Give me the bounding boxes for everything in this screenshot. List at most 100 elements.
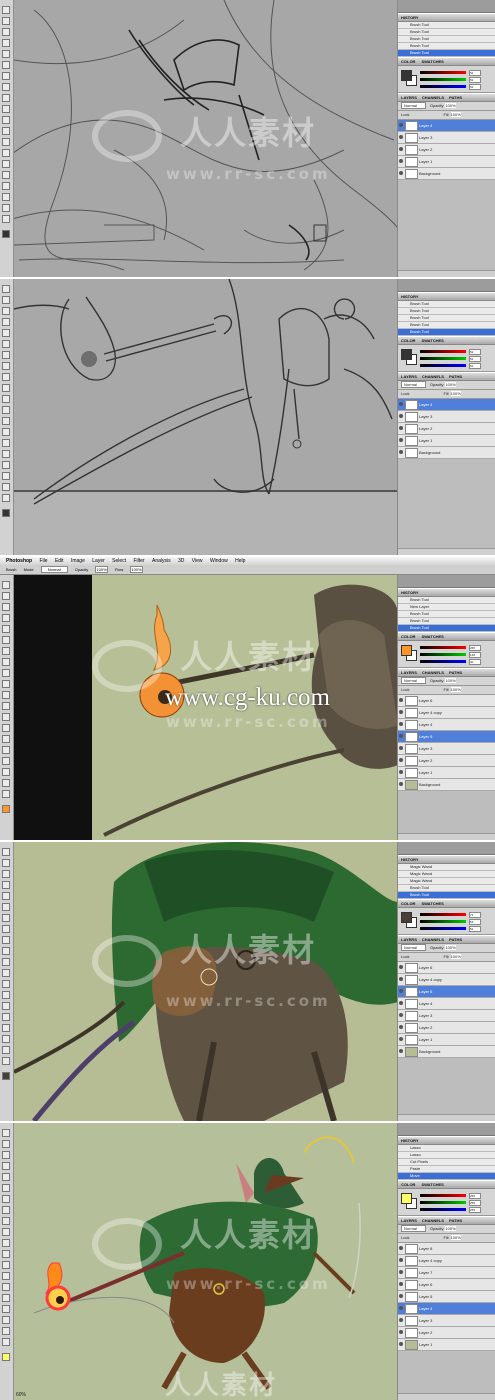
color-picker[interactable]: 255 148 40 (398, 641, 495, 668)
color-slider-r[interactable] (420, 913, 466, 916)
type-tool-icon[interactable] (2, 450, 10, 458)
path-select-icon[interactable] (2, 1305, 10, 1313)
layer-row[interactable]: Layer 3 (398, 1010, 495, 1022)
color-tab[interactable]: COLOR (401, 901, 415, 906)
visibility-eye-icon[interactable] (399, 426, 403, 430)
history-item[interactable]: Brush Tool (398, 625, 495, 632)
lasso-tool-icon[interactable] (2, 870, 10, 878)
visibility-eye-icon[interactable] (399, 1246, 403, 1250)
visibility-eye-icon[interactable] (399, 965, 403, 969)
layer-row[interactable]: Layer 3 (398, 411, 495, 423)
eraser-tool-icon[interactable] (2, 116, 10, 124)
hand-tool-icon[interactable] (2, 1046, 10, 1054)
layer-name[interactable]: Layer 4 copy (419, 974, 442, 985)
color-value-g[interactable]: 52 (469, 356, 481, 362)
layer-name[interactable]: Layer 4 (419, 719, 432, 730)
blend-mode-value[interactable]: Normal (401, 102, 426, 109)
crop-tool-icon[interactable] (2, 50, 10, 58)
dodge-tool-icon[interactable] (2, 724, 10, 732)
color-panel-header[interactable]: COLOR SWATCHES (398, 899, 495, 908)
color-slider-b[interactable] (420, 1208, 466, 1211)
layers-panel-header[interactable]: LAYERS CHANNELS PATHS (398, 93, 495, 102)
layer-row[interactable]: Layer 4 (398, 998, 495, 1010)
visibility-eye-icon[interactable] (399, 710, 403, 714)
menu-edit[interactable]: Edit (55, 558, 64, 564)
foreground-swatch[interactable] (2, 805, 10, 813)
type-tool-icon[interactable] (2, 1294, 10, 1302)
hand-tool-icon[interactable] (2, 1327, 10, 1335)
heal-tool-icon[interactable] (2, 647, 10, 655)
color-slider-g[interactable] (420, 653, 466, 656)
visibility-eye-icon[interactable] (399, 402, 403, 406)
pen-tool-icon[interactable] (2, 160, 10, 168)
canvas-final-rat[interactable] (14, 1123, 398, 1400)
menu-layer[interactable]: Layer (92, 558, 105, 564)
zoom-tool-icon[interactable] (2, 215, 10, 223)
dodge-tool-icon[interactable] (2, 428, 10, 436)
app-menu[interactable]: Photoshop (6, 558, 32, 564)
visibility-eye-icon[interactable] (399, 746, 403, 750)
visibility-eye-icon[interactable] (399, 734, 403, 738)
move-tool-icon[interactable] (2, 848, 10, 856)
layer-name[interactable]: Layer 7 (419, 1267, 432, 1278)
layer-row[interactable]: Layer 3 (398, 132, 495, 144)
opacity-value[interactable]: 100% (445, 945, 456, 950)
layer-row[interactable]: Layer 3 (398, 743, 495, 755)
flow-field[interactable]: 100% (130, 566, 143, 573)
layer-row[interactable]: Layer 6 (398, 962, 495, 974)
shape-tool-icon[interactable] (2, 193, 10, 201)
layer-blend-mode[interactable]: Normal Opacity 100% (398, 102, 495, 111)
wand-tool-icon[interactable] (2, 39, 10, 47)
color-value-b[interactable]: 52 (469, 84, 481, 90)
layer-row[interactable]: Layer 6 (398, 695, 495, 707)
tools-panel[interactable] (0, 1123, 14, 1400)
stamp-tool-icon[interactable] (2, 936, 10, 944)
visibility-eye-icon[interactable] (399, 770, 403, 774)
layer-row[interactable]: Layer 6 (398, 1279, 495, 1291)
blur-tool-icon[interactable] (2, 980, 10, 988)
shape-tool-icon[interactable] (2, 768, 10, 776)
history-item[interactable]: Lasso (398, 1145, 495, 1152)
history-item[interactable]: Brush Tool (398, 36, 495, 43)
color-value-g[interactable]: 148 (469, 652, 481, 658)
history-brush-icon[interactable] (2, 680, 10, 688)
layer-name[interactable]: Layer 4 (419, 1303, 432, 1314)
tools-panel[interactable] (0, 575, 14, 840)
crop-tool-icon[interactable] (2, 625, 10, 633)
wand-tool-icon[interactable] (2, 318, 10, 326)
history-item[interactable]: Brush Tool (398, 29, 495, 36)
foreground-swatch[interactable] (2, 230, 10, 238)
panel-icon-strip[interactable] (398, 279, 495, 292)
panels-dock[interactable]: HISTORY Brush Tool Brush Tool Brush Tool Bru… (397, 279, 495, 555)
layer-name[interactable]: Layer 1 (419, 767, 432, 778)
layer-row[interactable]: Layer 2 (398, 1327, 495, 1339)
eyedropper-tool-icon[interactable] (2, 636, 10, 644)
heal-tool-icon[interactable] (2, 914, 10, 922)
history-brush-icon[interactable] (2, 947, 10, 955)
visibility-eye-icon[interactable] (399, 1013, 403, 1017)
layer-row[interactable]: Layer 4 copy (398, 1255, 495, 1267)
visibility-eye-icon[interactable] (399, 147, 403, 151)
stamp-tool-icon[interactable] (2, 669, 10, 677)
layer-name[interactable]: Layer 2 (419, 1022, 432, 1033)
layer-name[interactable]: Layer 3 (419, 1315, 432, 1326)
layer-name[interactable]: Layer 2 (419, 755, 432, 766)
visibility-eye-icon[interactable] (399, 1342, 403, 1346)
layer-name[interactable]: Layer 6 (419, 1279, 432, 1290)
history-item[interactable]: Brush Tool (398, 329, 495, 336)
eraser-tool-icon[interactable] (2, 395, 10, 403)
history-item[interactable]: Brush Tool (398, 315, 495, 322)
type-tool-icon[interactable] (2, 171, 10, 179)
color-picker[interactable]: 255 255 255 (398, 1189, 495, 1216)
layer-row[interactable]: Background (398, 168, 495, 180)
layer-lock-row[interactable]: Lock Fill 100% (398, 1234, 495, 1243)
menu-analysis[interactable]: Analysis (152, 558, 171, 564)
history-brush-icon[interactable] (2, 1228, 10, 1236)
layer-row[interactable]: Background (398, 447, 495, 459)
color-slider-g[interactable] (420, 1201, 466, 1204)
layer-name[interactable]: Background (419, 1046, 440, 1057)
marquee-tool-icon[interactable] (2, 592, 10, 600)
layer-row[interactable]: Layer 5 (398, 1291, 495, 1303)
fill-value[interactable]: 100% (450, 954, 461, 959)
fill-value[interactable]: 100% (450, 112, 461, 117)
